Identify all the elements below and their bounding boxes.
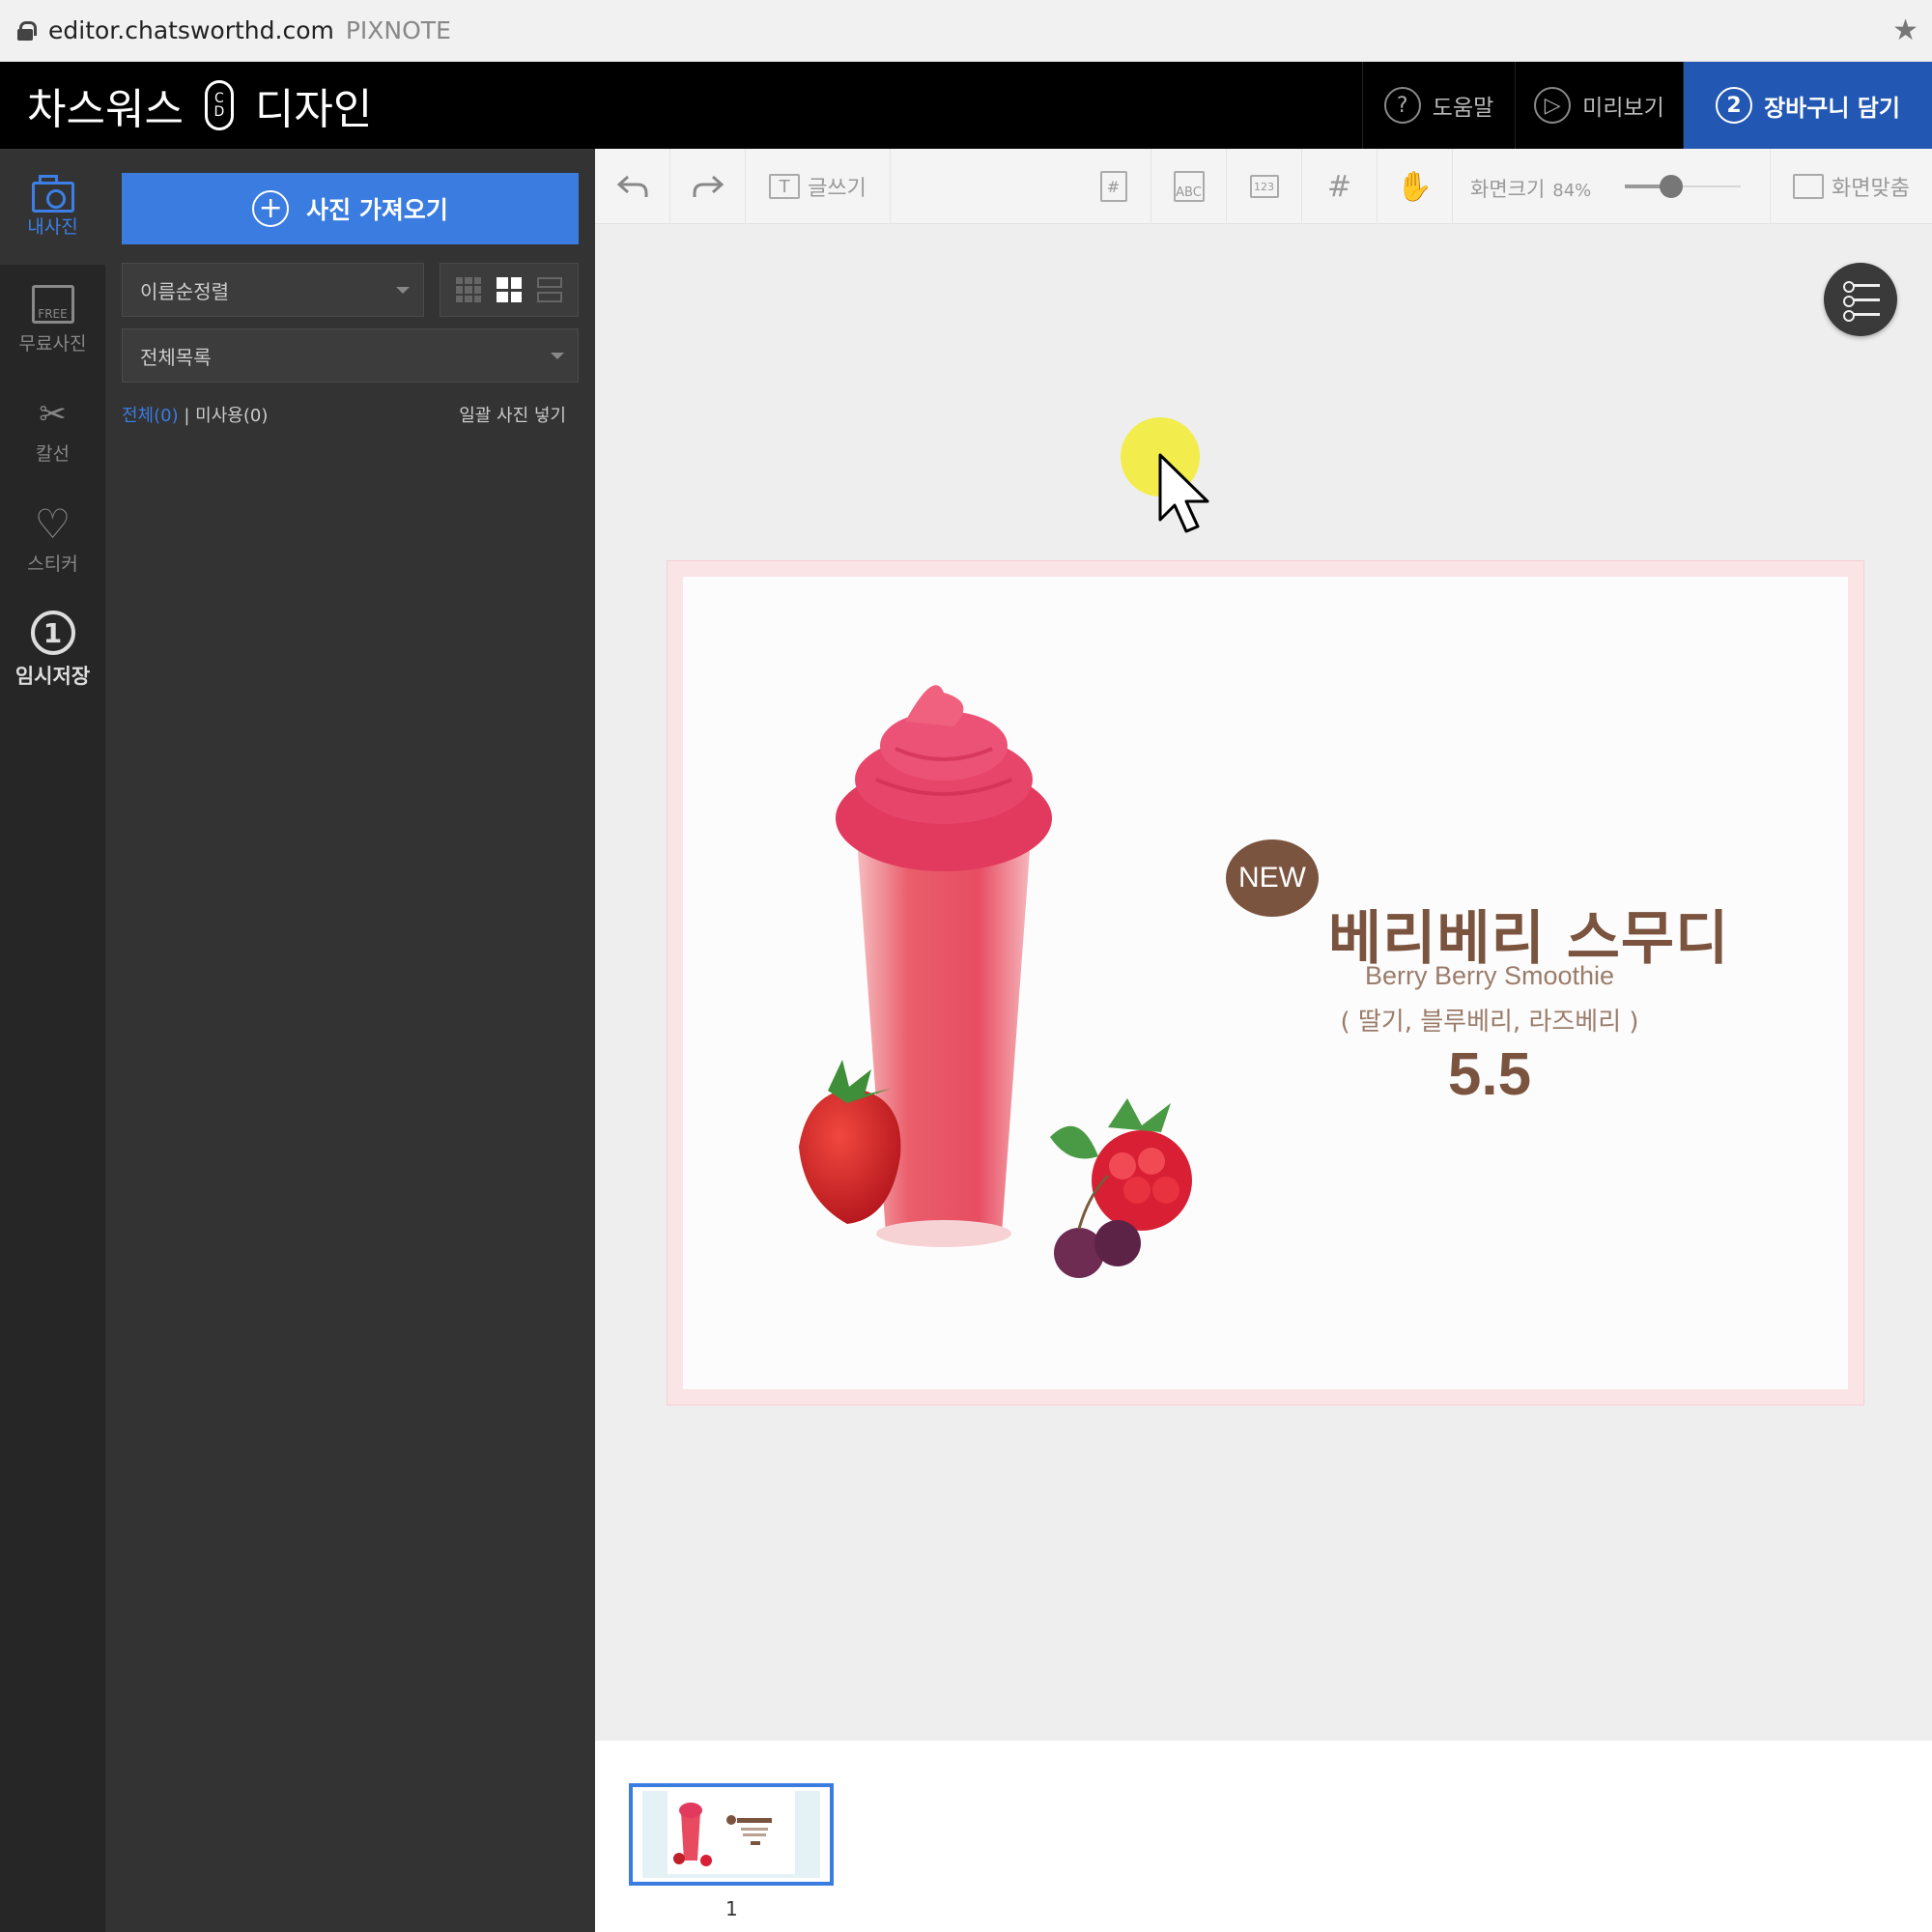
- nav-item-label: 임시저장: [14, 665, 91, 688]
- abc-tool-button[interactable]: ABC: [1151, 149, 1227, 224]
- logo-badge-top: C: [214, 91, 224, 106]
- list-icon-line: [1843, 310, 1880, 322]
- folder-value: 전체목록: [140, 345, 212, 369]
- add-to-cart-button[interactable]: 2 장바구니 담기: [1683, 62, 1932, 149]
- pan-tool-button[interactable]: ✋: [1378, 149, 1453, 224]
- list-view-icon[interactable]: [537, 277, 562, 302]
- logo-text-right: 디자인: [254, 85, 373, 134]
- step-two-icon: 2: [1716, 87, 1753, 124]
- text-icon: T: [769, 174, 801, 199]
- logo[interactable]: 차스워스 C D 디자인: [27, 77, 373, 134]
- nav-item-cutline[interactable]: ✂ 칼선: [0, 375, 105, 485]
- plus-icon: +: [252, 190, 290, 227]
- browser-url[interactable]: editor.chatsworthd.com: [48, 16, 334, 44]
- play-icon: ▷: [1534, 87, 1572, 124]
- hash-doc-icon: #: [1099, 171, 1127, 202]
- nav-item-sticker[interactable]: ♡ 스티커: [0, 485, 105, 595]
- folder-select[interactable]: 전체목록: [122, 328, 579, 383]
- grid-large-icon[interactable]: [497, 277, 522, 302]
- app-header: 차스워스 C D 디자인 ? 도움말 ▷ 미리보기 2 장바구니 담기: [0, 62, 1932, 149]
- menu-ingredients[interactable]: ( 딸기, 블루베리, 라즈베리 ): [1263, 1002, 1717, 1037]
- nav-item-my-photos[interactable]: 내사진: [0, 149, 105, 265]
- page-thumbnail[interactable]: [629, 1783, 834, 1886]
- redo-button[interactable]: [670, 149, 746, 224]
- undo-icon: [616, 175, 647, 197]
- import-photos-button[interactable]: + 사진 가져오기: [122, 173, 579, 244]
- logo-badge-icon: C D: [204, 80, 234, 130]
- browser-address-bar: editor.chatsworthd.com PIXNOTE ★: [0, 0, 1932, 62]
- count-unused-filter[interactable]: 미사용(0): [195, 406, 268, 426]
- number-tool-button[interactable]: 123: [1227, 149, 1302, 224]
- fit-screen-label: 화면맞춤: [1832, 177, 1910, 201]
- menu-price[interactable]: 5.5: [1263, 1040, 1717, 1109]
- help-button[interactable]: ? 도움말: [1362, 62, 1515, 149]
- undo-button[interactable]: [595, 149, 670, 224]
- photo-counts: 전체(0) | 미사용(0): [122, 402, 268, 427]
- import-label: 사진 가져오기: [306, 196, 448, 224]
- thumbnail-preview-icon: [673, 1803, 772, 1866]
- count-separator: |: [184, 406, 190, 426]
- nav-item-free-photos[interactable]: FREE 무료사진: [0, 265, 105, 375]
- layer-list-button[interactable]: [1824, 263, 1897, 336]
- zoom-label-text: 화면크기: [1470, 178, 1546, 201]
- fit-screen-button[interactable]: 화면맞춤: [1770, 149, 1932, 224]
- number-one-icon: 1: [30, 611, 75, 655]
- chevron-down-icon: [551, 353, 564, 359]
- count-all-filter[interactable]: 전체(0): [122, 406, 179, 426]
- help-label: 도움말: [1432, 96, 1494, 121]
- grid-icon: #: [1326, 169, 1352, 204]
- berry-smoothie-image[interactable]: [789, 673, 1234, 1292]
- chevron-down-icon: [396, 287, 410, 294]
- scissors-icon: ✂: [39, 394, 67, 434]
- new-badge[interactable]: NEW: [1226, 839, 1319, 917]
- sort-value: 이름순정렬: [140, 279, 229, 303]
- heart-icon: ♡: [34, 499, 71, 548]
- editor-toolbar: T 글쓰기 # ABC 123 # ✋ 화면크기 84% 화면맞춤: [595, 149, 1932, 224]
- design-artboard[interactable]: NEW 베리베리 스무디 Berry Berry Smoothie ( 딸기, …: [667, 560, 1864, 1406]
- browser-site-name: PIXNOTE: [345, 16, 451, 44]
- nav-item-label: 내사진: [27, 215, 78, 238]
- sort-select[interactable]: 이름순정렬: [122, 263, 424, 317]
- zoom-slider-knob[interactable]: [1660, 175, 1683, 198]
- bookmark-star-icon[interactable]: ★: [1892, 14, 1918, 47]
- mouse-cursor-icon: [1158, 453, 1209, 533]
- photo-panel: + 사진 가져오기 이름순정렬 전체목록 전체(0) | 미사용(0) 일괄 사…: [105, 149, 595, 1932]
- logo-badge-bottom: D: [213, 104, 225, 120]
- hand-icon: ✋: [1396, 169, 1434, 204]
- hash-tool-button[interactable]: #: [1076, 149, 1151, 224]
- free-photo-icon: FREE: [31, 284, 74, 324]
- preview-button[interactable]: ▷ 미리보기: [1515, 62, 1683, 149]
- number-icon: 123: [1249, 175, 1279, 198]
- add-text-label: 글쓰기: [808, 177, 867, 201]
- page-strip: 1: [595, 1741, 1932, 1932]
- grid-small-icon[interactable]: [456, 277, 481, 302]
- design-canvas[interactable]: NEW 베리베리 스무디 Berry Berry Smoothie ( 딸기, …: [683, 577, 1848, 1389]
- menu-subtitle[interactable]: Berry Berry Smoothie: [1263, 961, 1717, 991]
- redo-icon: [693, 175, 724, 197]
- zoom-slider[interactable]: [1625, 175, 1741, 198]
- nav-item-label: 칼선: [36, 442, 70, 465]
- thumbnail-canvas: [668, 1791, 795, 1874]
- bulk-insert-button[interactable]: 일괄 사진 넣기: [459, 402, 566, 427]
- grid-toggle-button[interactable]: #: [1302, 149, 1378, 224]
- list-icon-line: [1843, 281, 1880, 293]
- nav-item-label: 스티커: [27, 553, 78, 575]
- preview-label: 미리보기: [1582, 96, 1664, 121]
- page-number: 1: [725, 1897, 738, 1920]
- list-icon-line: [1843, 296, 1880, 307]
- zoom-value: 84%: [1552, 181, 1592, 201]
- camera-icon: [31, 174, 74, 213]
- left-nav: 내사진 FREE 무료사진 ✂ 칼선 ♡ 스티커 1 임시저장: [0, 149, 105, 1932]
- view-toggle: [440, 263, 579, 317]
- zoom-label: 화면크기 84%: [1470, 174, 1591, 203]
- add-text-button[interactable]: T 글쓰기: [746, 149, 891, 224]
- lock-icon: [17, 20, 37, 41]
- nav-item-temp-save[interactable]: 1 임시저장: [0, 595, 105, 705]
- abc-icon: ABC: [1173, 171, 1205, 202]
- logo-text-left: 차스워스: [27, 85, 184, 134]
- fit-screen-icon: [1793, 174, 1825, 199]
- nav-item-label: 무료사진: [18, 332, 87, 355]
- question-icon: ?: [1383, 87, 1421, 124]
- cart-label: 장바구니 담기: [1764, 94, 1900, 122]
